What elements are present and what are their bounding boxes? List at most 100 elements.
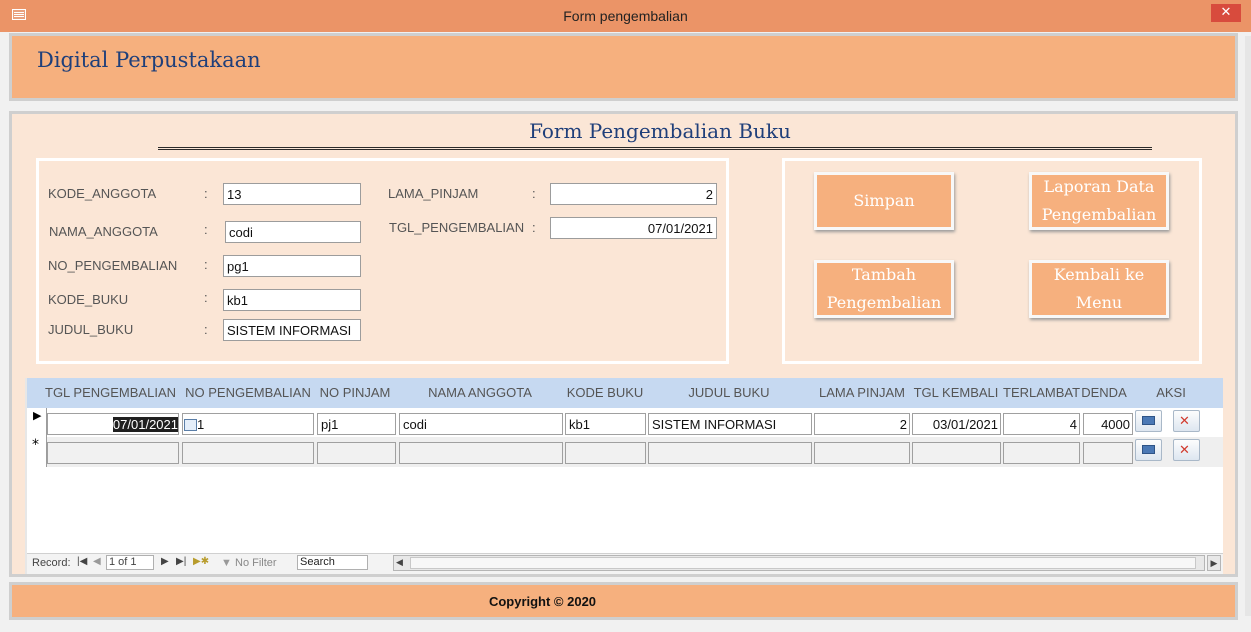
no-pengembalian-cell-text: 1 (197, 417, 205, 432)
form-footer: Copyright © 2020 (9, 582, 1238, 620)
judul-buku-field[interactable]: SISTEM INFORMASI (223, 319, 361, 341)
tgl-pengembalian-colon: : (532, 220, 536, 235)
new-cell-nama-anggota[interactable] (399, 442, 563, 464)
cell-tgl-pengembalian[interactable]: 07/01/2021 (47, 413, 179, 435)
simpan-button[interactable]: Simpan (814, 172, 954, 230)
new-cell-judul-buku[interactable] (648, 442, 812, 464)
horizontal-scrollbar[interactable]: ◀ (393, 555, 1205, 571)
column-header-no-pengembalian[interactable]: NO PENGEMBALIAN (183, 385, 313, 400)
judul-buku-colon: : (204, 322, 208, 337)
window-right-edge (1245, 36, 1251, 616)
selected-date-text: 07/01/2021 (112, 417, 178, 432)
title-underline (158, 147, 1152, 150)
column-header-kode-buku[interactable]: KODE BUKU (565, 385, 645, 400)
cell-lama-pinjam[interactable]: 2 (814, 413, 910, 435)
save-record-icon (1142, 416, 1155, 425)
subform-column-header: TGL PENGEMBALIAN NO PENGEMBALIAN NO PINJ… (27, 378, 1223, 408)
new-record-asterisk-icon: * (32, 437, 39, 453)
access-form-window: Form pengembalian ✕ Digital Perpustakaan… (0, 0, 1251, 632)
tgl-pengembalian-field[interactable]: 07/01/2021 (550, 217, 717, 239)
kode-buku-colon: : (204, 290, 208, 305)
no-filter-icon[interactable]: ▼ (221, 557, 232, 569)
scroll-right-icon[interactable]: ▶ (1207, 555, 1221, 571)
cell-terlambat[interactable]: 4 (1003, 413, 1080, 435)
column-header-denda[interactable]: DENDA (1081, 385, 1127, 400)
new-cell-denda[interactable] (1083, 442, 1133, 464)
column-header-judul-buku[interactable]: JUDUL BUKU (648, 385, 810, 400)
nama-anggota-label: NAMA_ANGGOTA (49, 224, 158, 239)
new-cell-tgl-kembali[interactable] (912, 442, 1001, 464)
form-title: Form Pengembalian Buku (529, 119, 791, 143)
lama-pinjam-field[interactable]: 2 (550, 183, 717, 205)
cell-no-pengembalian[interactable]: 1 (182, 413, 314, 435)
new-cell-lama-pinjam[interactable] (814, 442, 910, 464)
close-button[interactable]: ✕ (1211, 4, 1241, 22)
app-title: Digital Perpustakaan (37, 48, 261, 72)
no-filter-label[interactable]: No Filter (235, 557, 277, 569)
column-header-tgl-pengembalian[interactable]: TGL PENGEMBALIAN (45, 385, 176, 400)
title-bar: Form pengembalian ✕ (0, 0, 1251, 32)
cell-denda[interactable]: 4000 (1083, 413, 1133, 435)
delete-record-icon: ✕ (1179, 414, 1190, 429)
last-record-icon[interactable]: ▶| (176, 556, 186, 567)
record-navigation-bar: Record: |◀ ◀ 1 of 1 ▶ ▶| ▶✱ ▼ No Filter … (27, 553, 1223, 574)
record-selector[interactable]: ▶ (27, 408, 47, 438)
current-record-arrow-icon: ▶ (33, 409, 42, 422)
new-record-selector[interactable]: * (27, 437, 47, 467)
column-header-no-pinjam[interactable]: NO PINJAM (316, 385, 394, 400)
new-record-icon[interactable]: ▶✱ (193, 556, 209, 567)
no-pengembalian-label: NO_PENGEMBALIAN (48, 258, 178, 273)
lama-pinjam-colon: : (532, 186, 536, 201)
new-save-record-button[interactable] (1135, 439, 1162, 461)
column-header-aksi[interactable]: AKSI (1143, 385, 1199, 400)
tambah-pengembalian-button[interactable]: Tambah Pengembalian (814, 260, 954, 318)
nama-anggota-colon: : (204, 222, 208, 237)
cell-nama-anggota[interactable]: codi (399, 413, 563, 435)
laporan-data-pengembalian-button[interactable]: Laporan Data Pengembalian (1029, 172, 1169, 230)
tgl-pengembalian-label: TGL_PENGEMBALIAN (389, 220, 525, 235)
first-record-icon[interactable]: |◀ (77, 556, 87, 567)
copyright-text: Copyright © 2020 (488, 594, 597, 609)
no-pengembalian-colon: : (204, 257, 208, 272)
column-header-terlambat[interactable]: TERLAMBAT (1003, 385, 1080, 400)
date-picker-icon[interactable] (184, 419, 197, 431)
kode-anggota-field[interactable]: 13 (223, 183, 361, 205)
new-cell-tgl-pengembalian[interactable] (47, 442, 179, 464)
search-input[interactable]: Search (297, 555, 368, 570)
window-title: Form pengembalian (563, 8, 688, 24)
new-delete-record-icon: ✕ (1179, 443, 1190, 458)
column-header-lama-pinjam[interactable]: LAMA PINJAM (814, 385, 910, 400)
form-detail: Form Pengembalian Buku KODE_ANGGOTA : 13… (9, 111, 1238, 577)
no-pengembalian-field[interactable]: pg1 (223, 255, 361, 277)
pengembalian-subform: TGL PENGEMBALIAN NO PENGEMBALIAN NO PINJ… (25, 378, 1223, 574)
new-delete-record-button[interactable]: ✕ (1173, 439, 1200, 461)
column-header-nama-anggota[interactable]: NAMA ANGGOTA (399, 385, 561, 400)
new-save-record-icon (1142, 445, 1155, 454)
record-label: Record: (32, 557, 71, 569)
nama-anggota-field[interactable]: codi (225, 221, 361, 243)
kode-buku-field[interactable]: kb1 (223, 289, 361, 311)
form-header: Digital Perpustakaan (9, 33, 1238, 101)
scrollbar-thumb[interactable] (410, 557, 1196, 569)
kembali-ke-menu-button[interactable]: Kembali ke Menu (1029, 260, 1169, 318)
new-cell-no-pengembalian[interactable] (182, 442, 314, 464)
column-header-tgl-kembali[interactable]: TGL KEMBALI (912, 385, 1000, 400)
kode-buku-label: KODE_BUKU (48, 292, 129, 307)
scroll-left-icon[interactable]: ◀ (396, 557, 403, 568)
save-record-button[interactable] (1135, 410, 1162, 432)
kode-anggota-colon: : (204, 186, 208, 201)
cell-kode-buku[interactable]: kb1 (565, 413, 646, 435)
new-cell-terlambat[interactable] (1003, 442, 1080, 464)
new-cell-kode-buku[interactable] (565, 442, 646, 464)
next-record-icon[interactable]: ▶ (161, 556, 169, 567)
current-record-input[interactable]: 1 of 1 (106, 555, 154, 570)
kode-anggota-label: KODE_ANGGOTA (48, 186, 157, 201)
cell-tgl-kembali[interactable]: 03/01/2021 (912, 413, 1001, 435)
cell-judul-buku[interactable]: SISTEM INFORMASI (648, 413, 812, 435)
cell-no-pinjam[interactable]: pj1 (317, 413, 396, 435)
judul-buku-label: JUDUL_BUKU (48, 322, 134, 337)
new-cell-no-pinjam[interactable] (317, 442, 396, 464)
previous-record-icon[interactable]: ◀ (93, 556, 101, 567)
delete-record-button[interactable]: ✕ (1173, 410, 1200, 432)
lama-pinjam-label: LAMA_PINJAM (388, 186, 479, 201)
